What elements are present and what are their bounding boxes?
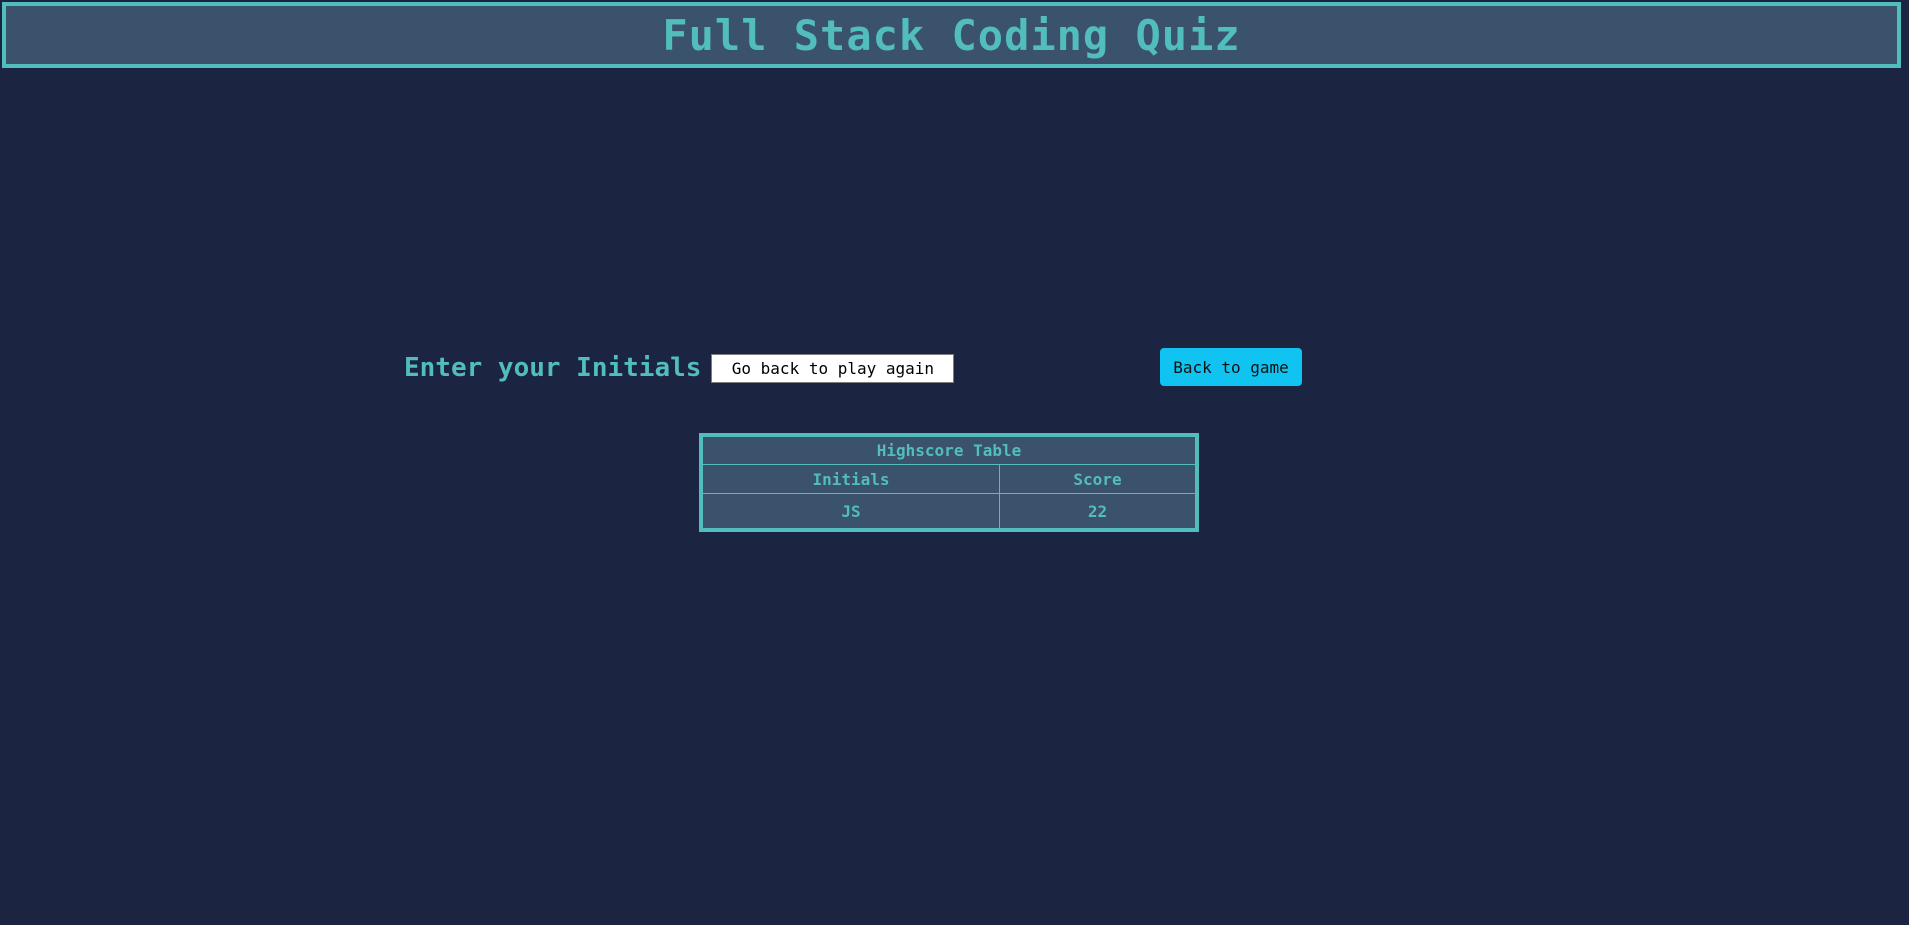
cell-score: 22 bbox=[999, 493, 1198, 531]
table-title: Highscore Table bbox=[700, 434, 1198, 465]
table-row: JS 22 bbox=[700, 493, 1198, 531]
back-to-game-button[interactable]: Back to game bbox=[1160, 348, 1302, 386]
page-title: Full Stack Coding Quiz bbox=[662, 10, 1241, 60]
initials-label: Enter your Initials bbox=[404, 353, 702, 383]
table-header-row: Initials Score bbox=[700, 464, 1198, 494]
cell-initials: JS bbox=[700, 493, 1000, 531]
table-title-row: Highscore Table bbox=[700, 434, 1198, 465]
app-header: Full Stack Coding Quiz bbox=[2, 2, 1901, 68]
column-header-initials: Initials bbox=[700, 464, 1000, 494]
initials-form: Enter your Initials bbox=[404, 348, 955, 388]
initials-input[interactable] bbox=[711, 353, 955, 383]
highscore-table: Highscore Table Initials Score JS 22 bbox=[699, 433, 1199, 532]
column-header-score: Score bbox=[999, 464, 1198, 494]
